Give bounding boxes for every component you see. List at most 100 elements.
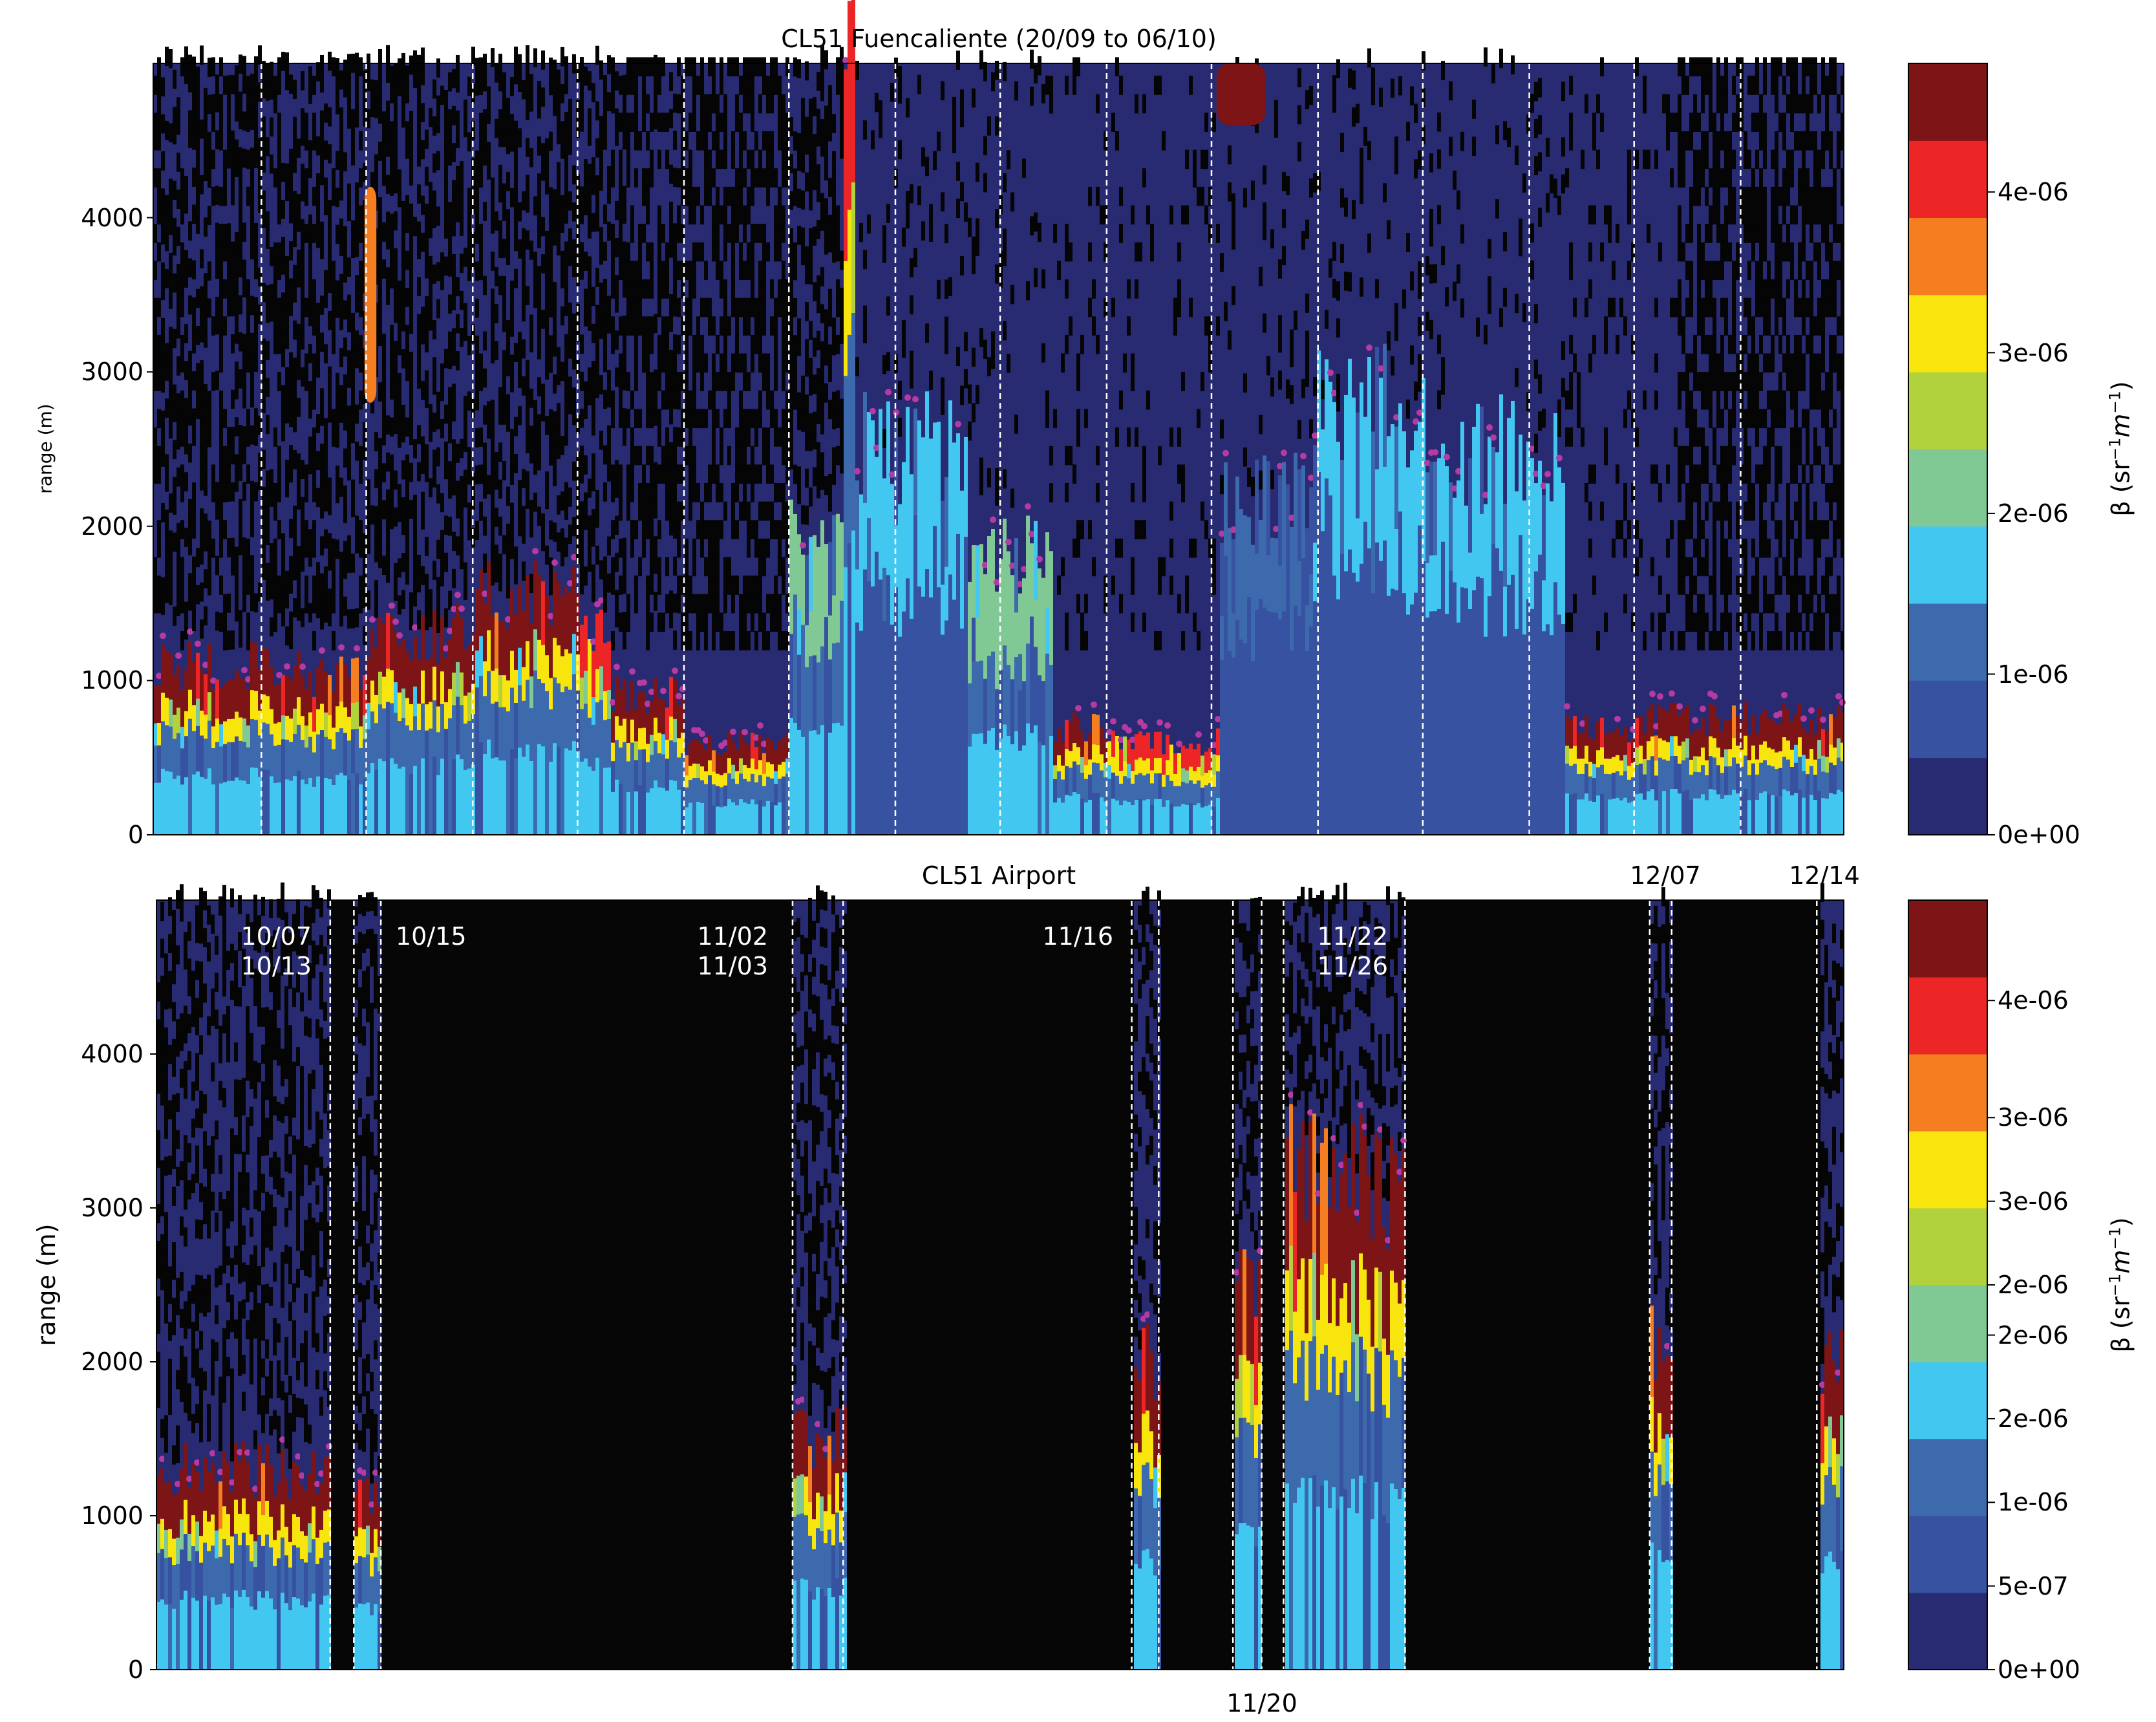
heatmap-cell bbox=[355, 219, 359, 239]
heatmap-cell bbox=[1270, 612, 1274, 657]
heatmap-cell bbox=[619, 538, 623, 558]
heatmap-cell bbox=[498, 674, 502, 707]
heatmap-cell bbox=[747, 76, 751, 95]
heatmap-cell bbox=[1325, 668, 1329, 835]
heatmap-cell bbox=[440, 363, 444, 383]
heatmap-cell bbox=[863, 680, 867, 835]
heatmap-cell bbox=[378, 511, 382, 532]
heatmap-cell bbox=[304, 594, 308, 614]
heatmap-cell bbox=[913, 408, 917, 516]
heatmap-cell bbox=[778, 631, 782, 651]
heatmap-cell bbox=[250, 767, 254, 835]
heatmap-cell bbox=[762, 261, 766, 281]
heatmap-cell bbox=[176, 597, 180, 616]
heatmap-cell bbox=[692, 186, 696, 206]
heatmap-cell bbox=[685, 446, 688, 466]
heatmap-cell bbox=[801, 153, 805, 173]
heatmap-cell bbox=[483, 479, 487, 499]
heatmap-cell bbox=[262, 542, 266, 562]
heatmap-cell bbox=[347, 350, 351, 370]
heatmap-cell bbox=[1061, 779, 1065, 803]
heatmap-cell bbox=[219, 427, 223, 447]
heatmap-cell bbox=[665, 261, 669, 281]
heatmap-cell bbox=[762, 806, 766, 835]
heatmap-cell bbox=[743, 261, 747, 281]
heatmap-cell bbox=[1111, 113, 1115, 132]
heatmap-cell bbox=[937, 422, 941, 526]
heatmap-cell bbox=[557, 683, 560, 747]
heatmap-cell bbox=[882, 710, 886, 835]
heatmap-cell bbox=[301, 71, 304, 91]
heatmap-cell bbox=[173, 715, 176, 739]
heatmap-cell bbox=[219, 687, 223, 725]
heatmap-cell bbox=[405, 697, 409, 726]
heatmap-cell bbox=[685, 787, 688, 808]
heatmap-cell bbox=[204, 328, 208, 348]
heatmap-cell bbox=[386, 563, 390, 583]
heatmap-cell bbox=[634, 791, 638, 835]
heatmap-cell bbox=[712, 390, 716, 410]
heatmap-cell bbox=[809, 265, 813, 285]
heatmap-cell bbox=[553, 411, 557, 431]
heatmap-cell bbox=[646, 205, 650, 225]
heatmap-cell bbox=[483, 202, 487, 221]
heatmap-cell bbox=[560, 121, 564, 140]
heatmap-cell bbox=[320, 729, 324, 774]
heatmap-cell bbox=[991, 72, 995, 92]
heatmap-cell bbox=[688, 802, 692, 835]
heatmap-cell bbox=[925, 502, 929, 570]
heatmap-cell bbox=[723, 576, 727, 595]
heatmap-cell bbox=[654, 499, 657, 519]
heatmap-cell bbox=[654, 554, 657, 574]
heatmap-cell bbox=[1053, 741, 1057, 766]
heatmap-cell bbox=[223, 744, 227, 782]
heatmap-cell bbox=[751, 520, 754, 539]
heatmap-cell bbox=[514, 416, 518, 436]
heatmap-cell bbox=[801, 394, 805, 414]
heatmap-cell bbox=[650, 168, 654, 188]
heatmap-cell bbox=[176, 356, 180, 376]
heatmap-cell bbox=[929, 371, 933, 391]
heatmap-cell bbox=[204, 273, 208, 292]
heatmap-cell bbox=[355, 52, 359, 72]
heatmap-cell bbox=[452, 143, 456, 162]
heatmap-cell bbox=[820, 378, 824, 398]
heatmap-cell bbox=[304, 113, 308, 132]
heatmap-cell bbox=[436, 595, 440, 615]
heatmap-cell bbox=[498, 275, 502, 296]
heatmap-cell bbox=[273, 76, 277, 95]
cloud-base-dot bbox=[912, 396, 919, 403]
heatmap-cell bbox=[603, 575, 607, 594]
heatmap-cell bbox=[704, 482, 708, 502]
heatmap-cell bbox=[467, 447, 471, 466]
heatmap-cell bbox=[611, 557, 615, 577]
heatmap-cell bbox=[432, 320, 436, 339]
heatmap-cell bbox=[320, 221, 324, 241]
heatmap-cell bbox=[599, 560, 603, 580]
heatmap-cell bbox=[595, 508, 599, 528]
heatmap-cell bbox=[192, 131, 196, 150]
heatmap-cell bbox=[1080, 334, 1084, 354]
heatmap-cell bbox=[1162, 131, 1166, 151]
heatmap-cell bbox=[1150, 242, 1154, 262]
heatmap-cell bbox=[886, 574, 890, 683]
heatmap-cell bbox=[1135, 427, 1138, 447]
heatmap-cell bbox=[688, 446, 692, 466]
heatmap-cell bbox=[859, 222, 863, 242]
heatmap-cell bbox=[483, 753, 487, 835]
heatmap-cell bbox=[328, 237, 332, 256]
heatmap-cell bbox=[518, 517, 522, 537]
heatmap-cell bbox=[332, 784, 336, 835]
heatmap-cell bbox=[1127, 316, 1131, 336]
heatmap-cell bbox=[867, 412, 871, 519]
heatmap-cell bbox=[782, 353, 785, 373]
heatmap-cell bbox=[665, 316, 669, 336]
heatmap-cell bbox=[584, 66, 588, 86]
heatmap-cell bbox=[902, 338, 906, 358]
heatmap-cell bbox=[312, 594, 316, 614]
heatmap-cell bbox=[1138, 731, 1142, 758]
heatmap-cell bbox=[169, 197, 173, 217]
heatmap-cell bbox=[743, 76, 747, 95]
heatmap-cell bbox=[382, 760, 386, 835]
heatmap-cell bbox=[289, 718, 293, 742]
